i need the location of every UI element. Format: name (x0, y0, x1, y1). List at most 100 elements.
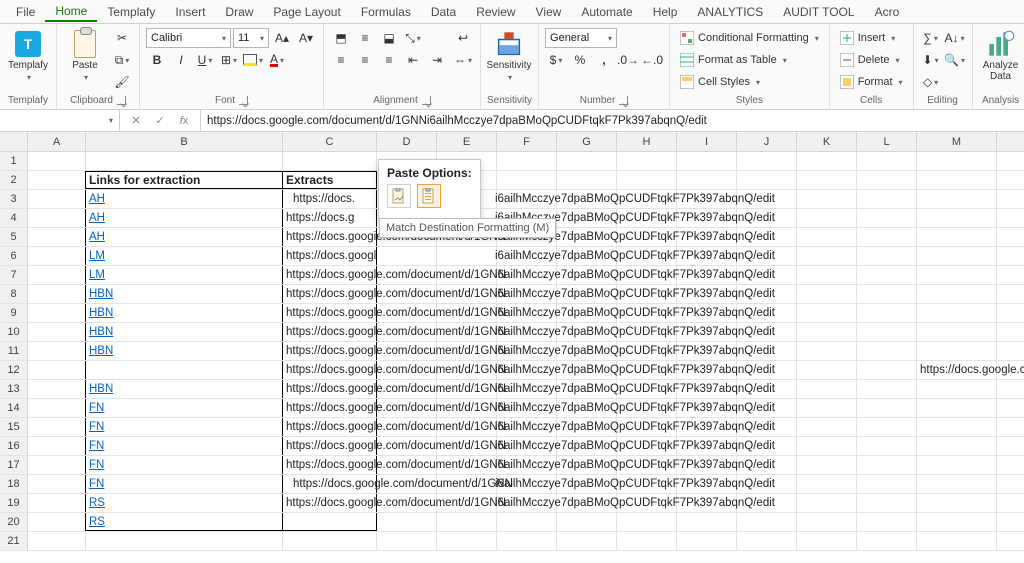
align-right-button[interactable]: ≡ (378, 50, 400, 70)
autosum-button[interactable]: ∑▾ (920, 28, 942, 48)
cell-B13[interactable]: HBN (86, 380, 283, 398)
cell-L19[interactable] (857, 494, 917, 512)
grow-font-button[interactable]: A▴ (271, 28, 293, 48)
cell-M16[interactable] (917, 437, 997, 455)
tab-acro[interactable]: Acro (865, 2, 910, 21)
cell-F18[interactable]: i6ailhMcczye7dpaBMoQpCUDFtqkF7Pk397abqnQ… (497, 475, 557, 493)
row-header[interactable]: 18 (0, 475, 28, 493)
cell-B6[interactable]: LM (86, 247, 283, 265)
row-header[interactable]: 8 (0, 285, 28, 303)
format-cells-button[interactable]: Format▾ (836, 72, 907, 92)
cell-J20[interactable] (737, 513, 797, 531)
cell-B20[interactable]: RS (86, 513, 283, 531)
cell-G21[interactable] (557, 532, 617, 550)
cell-C21[interactable] (283, 532, 377, 550)
cell-K11[interactable] (797, 342, 857, 360)
cell-J2[interactable] (737, 171, 797, 189)
alignment-launcher-icon[interactable] (422, 96, 431, 105)
cell-F9[interactable]: i6ailhMcczye7dpaBMoQpCUDFtqkF7Pk397abqnQ… (497, 304, 557, 322)
cell-M10[interactable] (917, 323, 997, 341)
cell-C3[interactable]: https://docs. (283, 190, 377, 208)
cell-A5[interactable] (28, 228, 86, 246)
cell-H21[interactable] (617, 532, 677, 550)
format-as-table-button[interactable]: Format as Table▾ (676, 50, 823, 70)
cell-M3[interactable] (917, 190, 997, 208)
cell-M4[interactable] (917, 209, 997, 227)
cell-L5[interactable] (857, 228, 917, 246)
fill-button[interactable]: ⬇▾ (920, 50, 942, 70)
formula-input[interactable]: https://docs.google.com/document/d/1GNNi… (201, 110, 1024, 131)
cell-L21[interactable] (857, 532, 917, 550)
cell-B10[interactable]: HBN (86, 323, 283, 341)
cell-M19[interactable] (917, 494, 997, 512)
cell-F15[interactable]: i6ailhMcczye7dpaBMoQpCUDFtqkF7Pk397abqnQ… (497, 418, 557, 436)
cell-K17[interactable] (797, 456, 857, 474)
cell-C2[interactable]: Extracts (283, 171, 377, 189)
cell-K8[interactable] (797, 285, 857, 303)
cell-L6[interactable] (857, 247, 917, 265)
cut-button[interactable]: ✂ (111, 28, 133, 48)
number-launcher-icon[interactable] (619, 96, 628, 105)
cell-C16[interactable]: https://docs.google.com/document/d/1GNN (283, 437, 377, 455)
row-header[interactable]: 5 (0, 228, 28, 246)
col-header-L[interactable]: L (857, 132, 917, 151)
cell-B14[interactable]: FN (86, 399, 283, 417)
tab-audit-tool[interactable]: AUDIT TOOL (773, 2, 864, 21)
cell-F12[interactable]: i6ailhMcczye7dpaBMoQpCUDFtqkF7Pk397abqnQ… (497, 361, 557, 379)
italic-button[interactable]: I (170, 50, 192, 70)
col-header-B[interactable]: B (86, 132, 283, 151)
col-header-C[interactable]: C (283, 132, 377, 151)
cell-B15[interactable]: FN (86, 418, 283, 436)
fill-color-button[interactable]: ▾ (242, 50, 264, 70)
cell-C20[interactable] (283, 513, 377, 531)
cell-B18[interactable]: FN (86, 475, 283, 493)
cell-E20[interactable] (437, 513, 497, 531)
cell-C10[interactable]: https://docs.google.com/document/d/1GNN (283, 323, 377, 341)
cell-A14[interactable] (28, 399, 86, 417)
cell-M17[interactable] (917, 456, 997, 474)
tab-draw[interactable]: Draw (215, 2, 263, 21)
cancel-formula-icon[interactable]: ✕ (124, 114, 148, 127)
enter-formula-icon[interactable]: ✓ (148, 114, 172, 127)
cell-A13[interactable] (28, 380, 86, 398)
tab-data[interactable]: Data (421, 2, 466, 21)
cell-H1[interactable] (617, 152, 677, 170)
templafy-button[interactable]: T Templafy▾ (6, 28, 50, 84)
paste-match-destination-button[interactable] (417, 184, 441, 208)
cell-L20[interactable] (857, 513, 917, 531)
font-name-select[interactable]: Calibri▾ (146, 28, 231, 48)
copy-button[interactable]: ⧉▾ (111, 50, 133, 70)
cell-L16[interactable] (857, 437, 917, 455)
delete-cells-button[interactable]: Delete▾ (836, 50, 907, 70)
cell-M12[interactable]: https://docs.google.cor (917, 361, 997, 379)
cell-G20[interactable] (557, 513, 617, 531)
cell-K13[interactable] (797, 380, 857, 398)
cell-A9[interactable] (28, 304, 86, 322)
cell-H2[interactable] (617, 171, 677, 189)
conditional-formatting-button[interactable]: Conditional Formatting▾ (676, 28, 823, 48)
cell-B11[interactable]: HBN (86, 342, 283, 360)
row-header[interactable]: 10 (0, 323, 28, 341)
cell-M14[interactable] (917, 399, 997, 417)
cell-A19[interactable] (28, 494, 86, 512)
align-left-button[interactable]: ≡ (330, 50, 352, 70)
cell-F14[interactable]: i6ailhMcczye7dpaBMoQpCUDFtqkF7Pk397abqnQ… (497, 399, 557, 417)
clipboard-launcher-icon[interactable] (117, 96, 126, 105)
row-header[interactable]: 7 (0, 266, 28, 284)
cell-K16[interactable] (797, 437, 857, 455)
cell-styles-button[interactable]: Cell Styles▾ (676, 72, 823, 92)
cell-A8[interactable] (28, 285, 86, 303)
font-launcher-icon[interactable] (239, 96, 248, 105)
cell-F10[interactable]: i6ailhMcczye7dpaBMoQpCUDFtqkF7Pk397abqnQ… (497, 323, 557, 341)
cell-K12[interactable] (797, 361, 857, 379)
cell-F8[interactable]: i6ailhMcczye7dpaBMoQpCUDFtqkF7Pk397abqnQ… (497, 285, 557, 303)
cell-E6[interactable] (437, 247, 497, 265)
tab-page-layout[interactable]: Page Layout (263, 2, 350, 21)
cell-C17[interactable]: https://docs.google.com/document/d/1GNN (283, 456, 377, 474)
cell-C18[interactable]: https://docs.google.com/document/d/1GNN (283, 475, 377, 493)
cell-B1[interactable] (86, 152, 283, 170)
cell-L3[interactable] (857, 190, 917, 208)
row-header[interactable]: 19 (0, 494, 28, 512)
cell-H20[interactable] (617, 513, 677, 531)
cell-D6[interactable] (377, 247, 437, 265)
